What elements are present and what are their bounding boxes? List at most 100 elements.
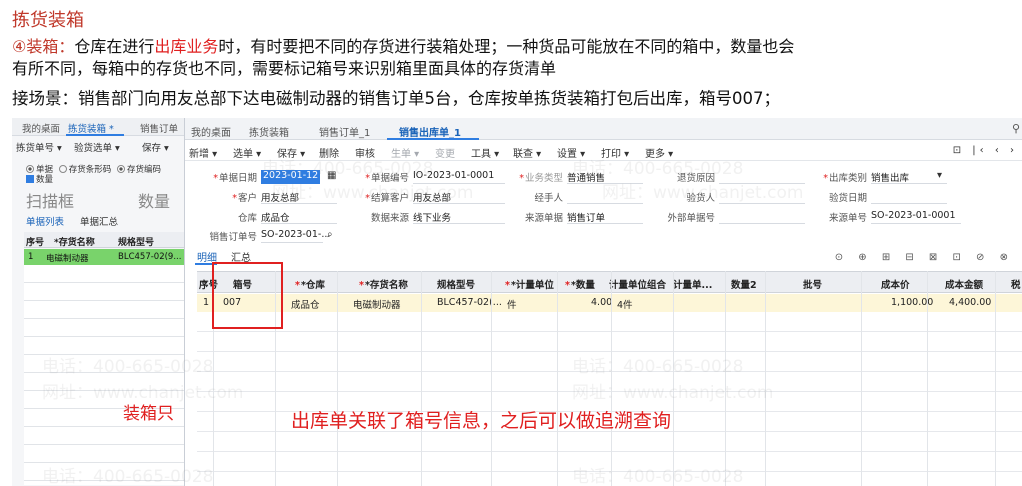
more-menu[interactable]: 更多 ▾ [645, 145, 673, 160]
grid-column-divider [927, 271, 928, 486]
audit-button[interactable]: 审核 [355, 145, 375, 160]
inspector-field[interactable] [719, 190, 805, 204]
detail-grid-header: 序号 箱号 *仓库 *存货名称 规格型号 *计量单位 *数量 计量单位组合 计量… [197, 271, 1022, 293]
calendar-icon[interactable]: ▦ [327, 170, 336, 181]
cell-spec[interactable]: BLC457-02(... [437, 297, 502, 308]
grid-column-divider [725, 271, 726, 486]
tab-bill-summary[interactable]: 单据汇总 [80, 214, 118, 228]
col-item-name: *存货名称 [359, 277, 408, 291]
pick-no-button[interactable]: 拣货单号 ▾ [16, 140, 62, 154]
left-grid-header: 序号 *存货名称 规格型号 [24, 232, 184, 248]
left-toolbar: 拣货单号 ▾ 验货选单 ▾ 保存 ▾ [12, 137, 184, 155]
col-unit-2: 计量单... [673, 280, 713, 291]
detail-grid-empty-rows [197, 312, 1022, 486]
linked-query-menu[interactable]: 联查 ▾ [513, 145, 541, 160]
return-reason-field[interactable] [719, 170, 805, 184]
settings-menu[interactable]: 设置 ▾ [557, 145, 585, 160]
chevron-down-icon[interactable]: ▾ [937, 170, 942, 181]
bill-no-field[interactable]: IO-2023-01-0001 [413, 170, 505, 184]
data-source-label: 数据来源 [370, 213, 409, 224]
col-unit-combo: 计量单位组合 [609, 280, 667, 291]
cell-unit-combo[interactable]: 4件 [617, 297, 633, 311]
customer-field[interactable]: 用友总部 [261, 190, 337, 204]
para1-part-b: 时，有时要把不同的存货进行装箱处理；一种货品可能放在不同的箱中，数量也会 [218, 37, 795, 56]
table-row[interactable]: 1 007 成品仓 电磁制动器 BLC457-02(... 件 4.00 4件 … [197, 294, 1022, 312]
para1-highlight: 出库业务 [154, 37, 219, 56]
warehouse-field[interactable]: 成品仓 [261, 210, 337, 224]
select-bill-button[interactable]: 选单 ▾ [233, 145, 261, 160]
grid-column-divider [337, 271, 338, 486]
cell-cost-amount[interactable]: 4,400.00 [949, 297, 991, 308]
grid-tool-icons[interactable]: ⊙ ⊕ ⊞ ⊟ ⊠ ⊡ ⊘ ⊗ [835, 252, 1014, 263]
out-type-label: 出库类别 [813, 170, 867, 184]
inspect-select-button[interactable]: 验货选单 ▾ [74, 140, 120, 154]
source-no-label: 来源单号 [828, 213, 867, 224]
tab-picking-right[interactable]: 拣货装箱 [249, 124, 289, 139]
radio-barcode-icon[interactable] [58, 165, 67, 173]
bill-date-field[interactable]: 2023-01-12 [261, 170, 321, 184]
left-grid-empty-rows [24, 265, 184, 485]
left-tab-bar: 我的桌面 拣货装箱 * 销售订单 [12, 118, 184, 136]
biz-type-field[interactable]: 普通销售 [567, 170, 643, 184]
delete-button[interactable]: 删除 [319, 145, 339, 160]
cell-warehouse[interactable]: 成品仓 [291, 297, 320, 311]
warehouse-label: 仓库 [237, 213, 257, 224]
generate-bill-button[interactable]: 生单 ▾ [391, 145, 419, 160]
table-row[interactable]: 1 电磁制动器 BLC457-02(9... [24, 249, 184, 265]
cell-seq: 1 [28, 252, 34, 262]
tab-picking[interactable]: 拣货装箱 * [68, 121, 114, 135]
tab-desktop-right[interactable]: 我的桌面 [191, 124, 231, 139]
radio-code-icon[interactable] [116, 165, 125, 173]
bill-date-label: 单据日期 [195, 170, 257, 184]
quantity-input[interactable]: 数量 [138, 186, 184, 211]
inspect-date-field[interactable] [871, 190, 947, 204]
tab-sales-outbound[interactable]: 销售出库单_1 [399, 124, 461, 139]
source-no-field[interactable]: SO-2023-01-0001 [871, 210, 961, 224]
settle-customer-field[interactable]: 用友总部 [413, 190, 505, 204]
packing-label: 装箱只 [123, 404, 174, 424]
reference-icon[interactable]: ⌕ [327, 229, 333, 240]
record-nav-icons[interactable]: ⊡ |‹ ‹ › [953, 145, 1018, 156]
grid-column-divider [491, 271, 492, 486]
paragraph-3: 接场景：销售部门向用友总部下达电磁制动器的销售订单5台，仓库按单拣货装箱打包后出… [12, 89, 780, 108]
ext-bill-label: 外部单据号 [667, 213, 715, 224]
out-type-field[interactable]: 销售出库 [871, 170, 947, 184]
grid-column-divider [421, 271, 422, 486]
tab-bill-list[interactable]: 单据列表 [26, 214, 64, 228]
scan-input[interactable]: 扫描框 [26, 186, 130, 211]
col-qty: *数量 [565, 277, 595, 291]
tab-sales-order-right[interactable]: 销售订单_1 [319, 124, 370, 139]
cell-unit[interactable]: 件 [507, 297, 517, 311]
checkbox-icon[interactable] [26, 175, 34, 183]
source-bill-field[interactable]: 销售订单 [567, 210, 643, 224]
radio-bill-icon[interactable] [26, 165, 34, 173]
inspect-date-label: 验货日期 [828, 193, 867, 204]
so-no-label: 销售订单号 [209, 232, 257, 243]
data-source-field[interactable]: 线下业务 [413, 210, 505, 224]
cell-item-name[interactable]: 电磁制动器 [353, 297, 401, 311]
ext-bill-field[interactable] [719, 210, 805, 224]
print-menu[interactable]: 打印 ▾ [601, 145, 629, 160]
tab-sales-order[interactable]: 销售订单 [140, 121, 178, 135]
software-screenshot: 我的桌面 拣货装箱 * 销售订单 拣货单号 ▾ 验货选单 ▾ 保存 ▾ 单据 存… [12, 118, 1022, 486]
return-reason-label: 退货原因 [676, 173, 715, 184]
col-cost-amount: 成本金额 [945, 280, 984, 291]
bill-no-label: 单据编号 [351, 170, 409, 184]
grid-column-divider [673, 271, 674, 486]
save-button[interactable]: 保存 ▾ [277, 145, 305, 160]
handler-field[interactable] [567, 190, 643, 204]
radio-code-label: 存货编码 [126, 165, 161, 175]
tools-menu[interactable]: 工具 ▾ [471, 145, 499, 160]
handler-label: 经手人 [534, 193, 563, 204]
col-cost-price: 成本价 [881, 280, 910, 291]
so-no-field[interactable]: SO-2023-01-... [261, 229, 330, 243]
cell-qty[interactable]: 4.00 [591, 297, 612, 308]
tab-desktop[interactable]: 我的桌面 [22, 121, 60, 135]
col-item-name: *存货名称 [54, 238, 95, 248]
new-button[interactable]: 新增 ▾ [189, 145, 217, 160]
search-icon[interactable]: ⚲ [1012, 122, 1020, 135]
left-save-button[interactable]: 保存 ▾ [142, 140, 169, 154]
source-bill-label: 来源单据 [524, 213, 563, 224]
active-tab-indicator [387, 138, 479, 140]
change-button[interactable]: 变更 [435, 145, 455, 160]
